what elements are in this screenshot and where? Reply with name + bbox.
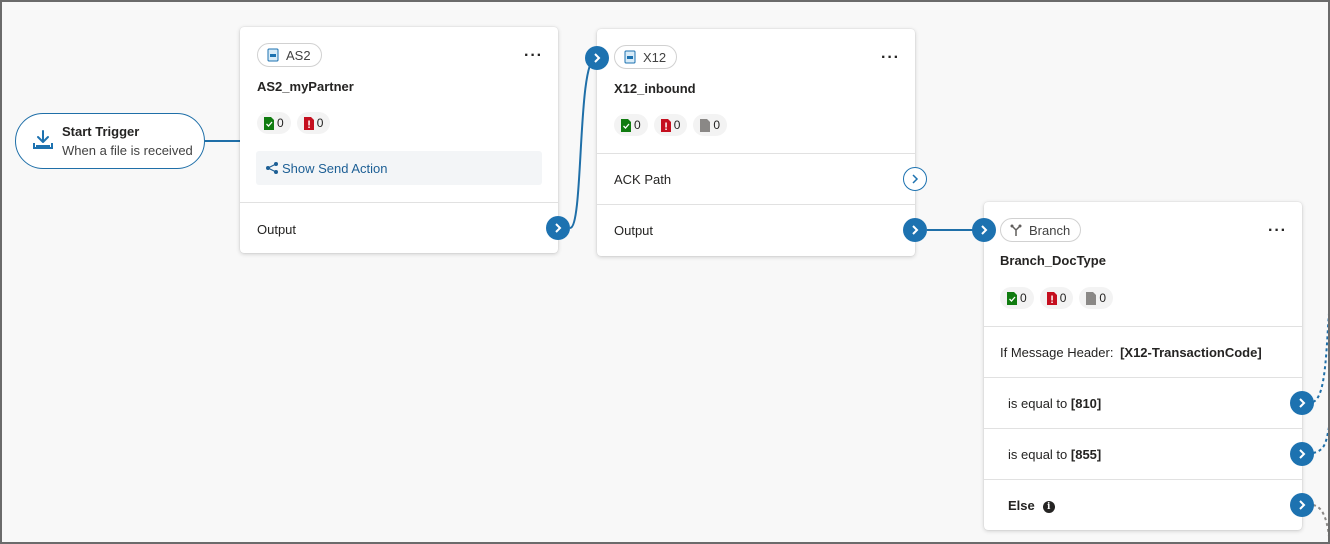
branch-other-count[interactable]: 0 xyxy=(1079,287,1114,309)
chevron-right-icon xyxy=(1299,449,1306,459)
branch-condition: If Message Header: [X12-TransactionCode] xyxy=(1000,345,1262,360)
wire-as2-x12 xyxy=(569,57,597,229)
as2-stats: 0 0 xyxy=(257,112,331,134)
trigger-title: Start Trigger xyxy=(62,124,140,139)
x12-card[interactable]: X12 ··· X12_inbound 0 0 0 ACK Path Outpu… xyxy=(585,29,927,256)
info-icon[interactable]: i xyxy=(1042,501,1055,513)
chevron-right-icon xyxy=(1299,500,1306,510)
branch-card[interactable]: Branch ··· Branch_DocType 0 0 0 If Messa… xyxy=(972,202,1314,530)
x12-more-options-button[interactable]: ··· xyxy=(881,50,900,66)
as2-icon xyxy=(266,48,280,62)
branch-divider-4 xyxy=(984,479,1302,480)
chevron-right-icon xyxy=(912,174,919,184)
x12-input-port[interactable] xyxy=(585,46,609,70)
x12-ack-path-label: ACK Path xyxy=(614,172,672,187)
chevron-right-icon xyxy=(1299,398,1306,408)
as2-divider xyxy=(240,202,558,203)
flow-canvas[interactable]: Start Trigger When a file is received AS… xyxy=(0,0,1330,544)
success-file-icon xyxy=(264,116,274,130)
branch-card-name: Branch_DocType xyxy=(1000,253,1106,268)
branch-type-chip: Branch xyxy=(1000,218,1082,242)
chevron-right-icon xyxy=(912,225,919,235)
as2-card-name: AS2_myPartner xyxy=(257,79,354,94)
branch-divider-2 xyxy=(984,377,1302,378)
case-810-label: is equal to [810] xyxy=(1008,396,1102,411)
chevron-right-icon xyxy=(555,223,562,233)
trigger-subtitle: When a file is received xyxy=(62,143,193,158)
branch-divider-1 xyxy=(984,326,1302,327)
case-855-port[interactable] xyxy=(1290,442,1314,466)
x12-output-port[interactable] xyxy=(903,218,927,242)
success-file-icon xyxy=(621,118,631,132)
share-icon xyxy=(266,162,278,174)
x12-stats: 0 0 0 xyxy=(614,114,728,136)
error-file-icon xyxy=(660,118,671,132)
as2-more-options-button[interactable]: ··· xyxy=(524,48,543,64)
file-icon xyxy=(1086,291,1097,305)
file-icon xyxy=(700,118,711,132)
else-label: Else i xyxy=(1008,498,1055,513)
as2-success-count[interactable]: 0 xyxy=(257,112,291,134)
as2-error-count[interactable]: 0 xyxy=(296,112,331,134)
case-855-label: is equal to [855] xyxy=(1008,447,1102,462)
as2-card[interactable]: AS2 ··· AS2_myPartner 0 0 Show Send Acti… xyxy=(240,27,570,253)
else-port[interactable] xyxy=(1290,493,1314,517)
download-icon xyxy=(33,130,53,149)
condition-prefix: If Message Header: xyxy=(1000,345,1114,360)
chevron-right-icon xyxy=(594,53,601,63)
x12-ack-path-port[interactable] xyxy=(903,167,927,191)
branch-chip-label: Branch xyxy=(1029,222,1071,238)
case-810-port[interactable] xyxy=(1290,391,1314,415)
as2-type-chip: AS2 xyxy=(257,43,322,67)
branch-input-port[interactable] xyxy=(972,218,996,242)
show-send-action-button[interactable]: Show Send Action xyxy=(256,151,542,185)
chevron-right-icon xyxy=(981,225,988,235)
start-trigger-node[interactable]: Start Trigger When a file is received xyxy=(15,113,205,169)
as2-output-port[interactable] xyxy=(546,216,570,240)
x12-error-count[interactable]: 0 xyxy=(653,114,688,136)
branch-error-count[interactable]: 0 xyxy=(1039,287,1074,309)
x12-card-name: X12_inbound xyxy=(614,81,696,96)
condition-field: [X12-TransactionCode] xyxy=(1120,345,1262,360)
x12-other-count[interactable]: 0 xyxy=(693,114,728,136)
branch-success-count[interactable]: 0 xyxy=(1000,287,1034,309)
x12-type-chip: X12 xyxy=(614,45,678,69)
error-file-icon xyxy=(1046,291,1057,305)
x12-divider-2 xyxy=(597,204,915,205)
wire-case-855 xyxy=(1312,427,1328,454)
x12-chip-label: X12 xyxy=(643,49,667,65)
branch-stats: 0 0 0 xyxy=(1000,287,1114,309)
x12-output-label: Output xyxy=(614,223,654,238)
error-file-icon xyxy=(303,116,314,130)
x12-icon xyxy=(623,50,637,64)
wire-case-810 xyxy=(1312,313,1328,403)
as2-chip-label: AS2 xyxy=(286,47,311,63)
x12-divider-1 xyxy=(597,153,915,154)
x12-success-count[interactable]: 0 xyxy=(614,114,648,136)
success-file-icon xyxy=(1007,291,1017,305)
branch-icon xyxy=(1009,223,1023,237)
wire-else xyxy=(1312,504,1328,537)
branch-divider-3 xyxy=(984,428,1302,429)
as2-output-label: Output xyxy=(257,222,297,237)
branch-more-options-button[interactable]: ··· xyxy=(1268,223,1287,239)
